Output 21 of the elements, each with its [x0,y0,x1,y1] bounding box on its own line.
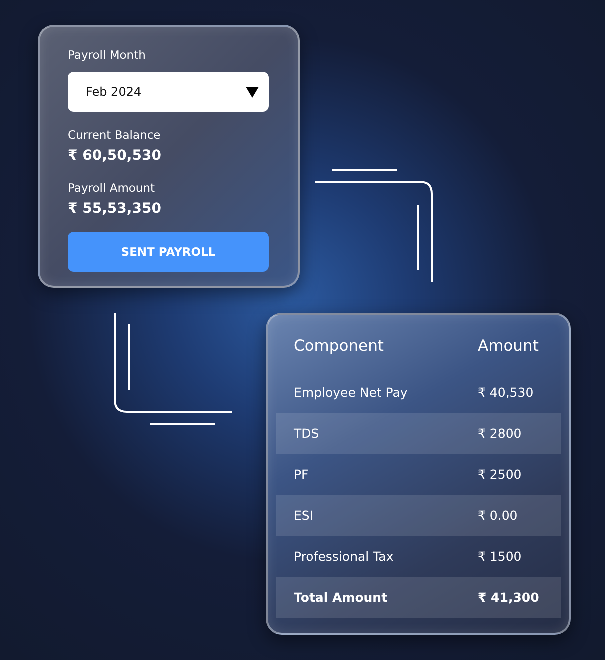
field-label: Current Balance [68,127,161,143]
column-header: Amount [478,337,539,355]
table-cell-text: TDS [294,426,320,441]
table-cell-text: Professional Tax [294,549,395,564]
month-dropdown[interactable]: Feb 2024 [68,72,269,112]
table-cell: ₹ 1500 [478,549,522,564]
table-cell: ₹ 40,530 [478,385,534,400]
balance-value: ₹ 60,50,530 [68,147,162,165]
table-cell-text: ESI [294,508,315,523]
field-label: Payroll Month [68,47,146,63]
column-header: Component [294,337,385,355]
table-cell-text: Employee Net Pay [294,385,409,400]
caret-icon [246,86,259,98]
table-cell: ₹ 41,300 [478,590,540,605]
table-cell: ₹ 2800 [478,426,522,441]
field-label: Payroll Amount [68,180,156,196]
amount-value: ₹ 55,53,350 [68,200,162,218]
table-cell: ₹ 2500 [478,467,522,482]
table-cell-text: Total Amount [294,590,389,605]
table-cell: ₹ 0.00 [478,508,518,523]
table-cell-text: PF [294,467,310,482]
